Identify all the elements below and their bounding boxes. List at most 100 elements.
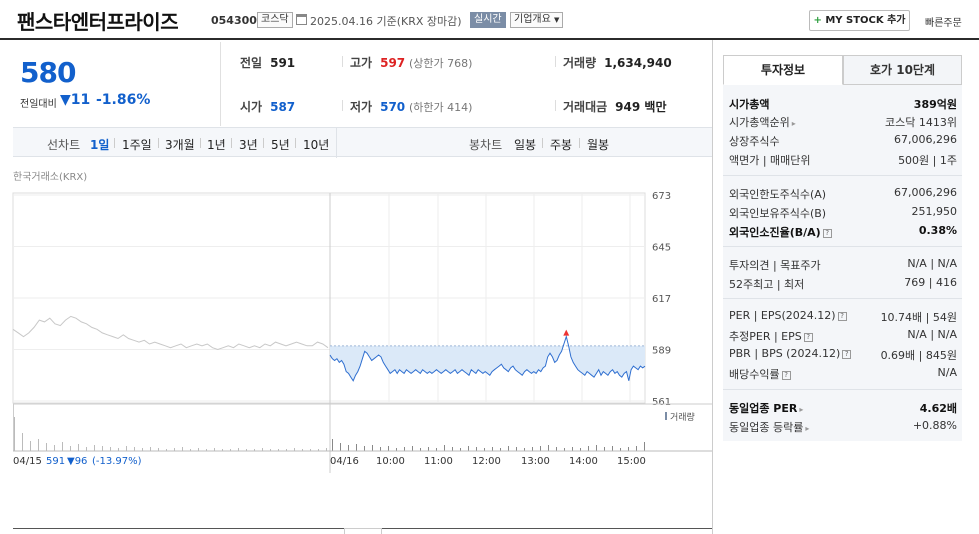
volume-bar bbox=[476, 447, 477, 451]
info-row: 외국인보유주식수(B) 251,950 bbox=[729, 205, 957, 223]
volume-bar bbox=[126, 446, 127, 451]
volume-bar bbox=[444, 445, 445, 451]
change-label: 전일대비 bbox=[20, 99, 57, 110]
add-mystock-label: MY STOCK 추가 bbox=[825, 15, 906, 26]
volume-bar bbox=[508, 446, 509, 451]
plus-icon: + bbox=[813, 15, 822, 26]
add-mystock-button[interactable]: + MY STOCK 추가 bbox=[809, 10, 910, 31]
day-low-value: 570 bbox=[380, 100, 406, 114]
volume-bar bbox=[636, 446, 637, 451]
volume-bar bbox=[388, 446, 389, 451]
x-tick-label: 04/16 bbox=[330, 456, 359, 467]
period-1y[interactable]: 1년 bbox=[207, 136, 226, 153]
volume-bar bbox=[62, 442, 63, 451]
company-overview-dropdown[interactable]: 기업개요 ▼ bbox=[510, 12, 564, 28]
info-row[interactable]: 동일업종 등락률 ▸ +0.88% bbox=[729, 419, 957, 437]
period-3m[interactable]: 3개월 bbox=[165, 136, 195, 153]
chevron-right-icon: ▸ bbox=[805, 424, 810, 433]
day-high-value: 597 bbox=[380, 56, 406, 70]
volume-label: 거래량 bbox=[563, 56, 597, 70]
help-icon[interactable]: ? bbox=[837, 312, 847, 321]
info-row[interactable]: 시가총액순위 ▸ 코스닥 1413위 bbox=[729, 114, 957, 132]
info-tabs: 투자정보 호가 10단계 bbox=[723, 55, 962, 85]
period-selector-bar: 선차트 1일 1주일 3개월 1년 3년 5년 10년 봉차트 일봉 주봉 월봉 bbox=[13, 127, 712, 158]
candle-monthly[interactable]: 월봉 bbox=[587, 136, 609, 153]
volume-axis bbox=[13, 404, 14, 451]
volume-bar bbox=[540, 446, 541, 451]
volume-bar bbox=[372, 445, 373, 451]
volume-bar bbox=[596, 445, 597, 451]
period-10y[interactable]: 10년 bbox=[303, 136, 329, 153]
volume-bar bbox=[110, 447, 111, 451]
stock-code: 054300 bbox=[211, 14, 257, 27]
quick-order-link[interactable]: 빠른주문 bbox=[925, 14, 962, 29]
period-3y[interactable]: 3년 bbox=[239, 136, 258, 153]
info-label: 추정PER | EPS bbox=[729, 330, 802, 343]
volume-bar bbox=[30, 441, 31, 451]
candle-weekly[interactable]: 주봉 bbox=[550, 136, 572, 153]
info-value: 251,950 bbox=[911, 205, 958, 218]
tab-investment-info[interactable]: 투자정보 bbox=[723, 55, 843, 85]
y-tick-label: 645 bbox=[652, 243, 671, 254]
volume-bar bbox=[548, 445, 549, 451]
volume-value: 1,634,940 bbox=[604, 56, 672, 70]
info-row: 외국인소진율(B/A)? 0.38% bbox=[729, 224, 957, 242]
stock-header: 팬스타엔터프라이즈 054300 코스닥 2025.04.16 기준(KRX 장… bbox=[0, 0, 979, 40]
period-1d[interactable]: 1일 bbox=[90, 136, 109, 153]
info-row[interactable]: 동일업종 PER ▸ 4.62배 bbox=[729, 400, 957, 418]
day-low: 저가 570 (하한가 414) bbox=[350, 98, 472, 115]
prev-close: 전일 591 bbox=[240, 54, 295, 71]
chevron-right-icon: ▸ bbox=[799, 405, 804, 414]
volume-bar bbox=[78, 444, 79, 451]
date-basis: 2025.04.16 기준(KRX 장마감) bbox=[310, 15, 462, 28]
x-tick-label: 10:00 bbox=[376, 456, 405, 467]
x-tick-label: 13:00 bbox=[521, 456, 550, 467]
day-low-label: 저가 bbox=[350, 100, 373, 114]
candle-daily[interactable]: 일봉 bbox=[514, 136, 536, 153]
volume-bar bbox=[70, 446, 71, 451]
info-value: 67,006,296 bbox=[894, 186, 957, 199]
stock-name: 팬스타엔터프라이즈 bbox=[17, 10, 179, 34]
x-tick-label: 15:00 bbox=[617, 456, 646, 467]
investment-info-panel: 시가총액 389억원 시가총액순위 ▸ 코스닥 1413위 상장주식수 67,006,296… bbox=[723, 85, 962, 441]
info-row: 상장주식수 67,006,296 bbox=[729, 133, 957, 151]
volume-bar bbox=[340, 443, 341, 451]
help-icon[interactable]: ? bbox=[803, 333, 813, 342]
volume-legend-swatch bbox=[665, 412, 667, 420]
volume-bar bbox=[14, 417, 15, 451]
info-value: 0.69배 | 845원 bbox=[880, 349, 957, 362]
day-high-label: 고가 bbox=[350, 56, 373, 70]
x-tick-label: 12:00 bbox=[472, 456, 501, 467]
volume-bar bbox=[22, 433, 23, 451]
exchange-label: 한국거래소(KRX) bbox=[13, 172, 88, 183]
info-label: PBR | BPS (2024.12) bbox=[729, 347, 841, 360]
info-value: 389억원 bbox=[913, 98, 957, 111]
info-value: 67,006,296 bbox=[894, 133, 957, 146]
realtime-button[interactable]: 실시간 bbox=[470, 12, 506, 28]
expand-handle[interactable] bbox=[344, 528, 382, 534]
price-change-rate: -1.86% bbox=[96, 92, 151, 108]
info-value: +0.88% bbox=[912, 419, 957, 432]
help-icon[interactable]: ? bbox=[822, 229, 832, 238]
volume-bar bbox=[38, 439, 39, 451]
info-row: 배당수익률? N/A bbox=[729, 366, 957, 384]
prev-close-label: 전일 bbox=[240, 56, 263, 70]
info-value: N/A | N/A bbox=[907, 328, 957, 341]
period-1w[interactable]: 1주일 bbox=[122, 136, 152, 153]
upper-limit: (상한가 768) bbox=[408, 57, 473, 70]
volume-bar bbox=[356, 444, 357, 451]
price-chart[interactable]: 673 645 617 589 561 거래량 04/15 04/16 10:00 11:00 12… bbox=[0, 183, 712, 473]
info-value: 769 | 416 bbox=[904, 276, 957, 289]
info-row: 액면가 | 매매단위 500원 | 1주 bbox=[729, 152, 957, 170]
y-tick-label: 589 bbox=[652, 346, 671, 357]
period-5y[interactable]: 5년 bbox=[271, 136, 290, 153]
volume-bar bbox=[182, 447, 183, 451]
volume-bar bbox=[94, 445, 95, 451]
info-value: N/A | N/A bbox=[907, 257, 957, 270]
volume-bar bbox=[588, 446, 589, 451]
line-chart-label: 선차트 bbox=[47, 138, 81, 152]
info-row: PBR | BPS (2024.12)? 0.69배 | 845원 bbox=[729, 347, 957, 365]
help-icon[interactable]: ? bbox=[842, 350, 852, 359]
tab-order-book[interactable]: 호가 10단계 bbox=[843, 55, 962, 85]
help-icon[interactable]: ? bbox=[781, 371, 791, 380]
